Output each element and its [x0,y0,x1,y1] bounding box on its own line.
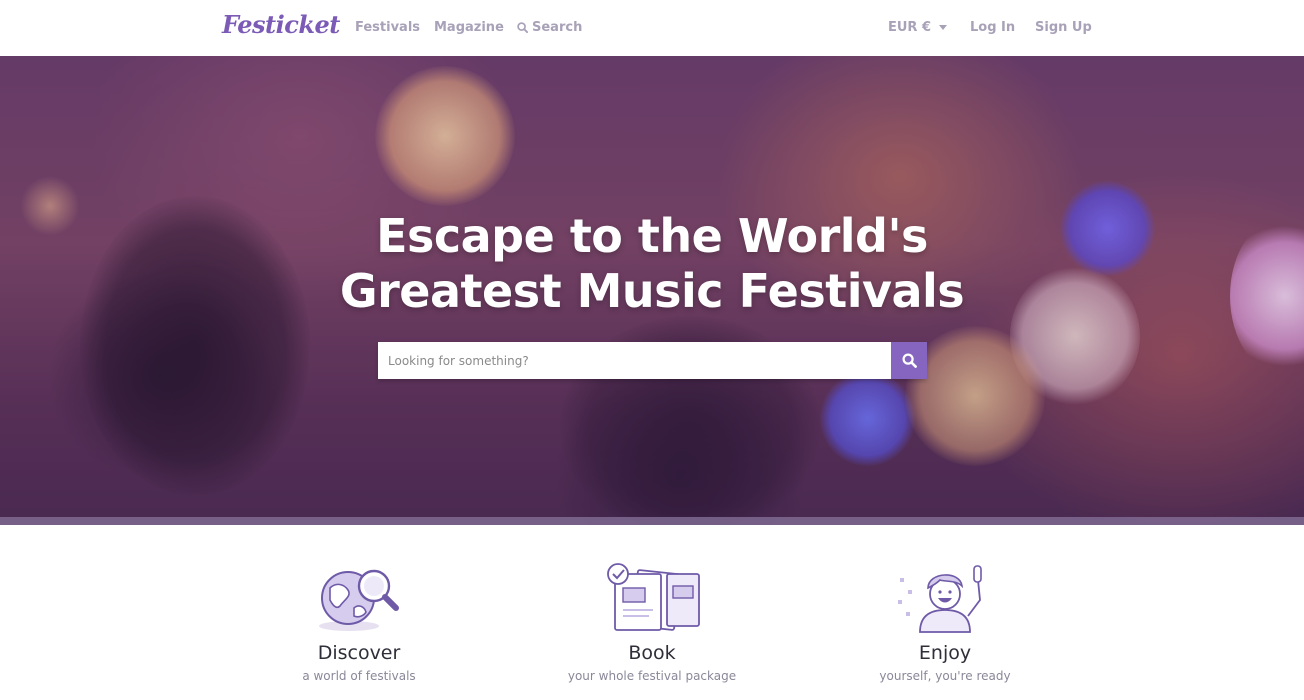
hero-headline-line1: Escape to the World's [376,209,928,263]
hero-search-input[interactable] [378,342,891,379]
feature-title: Enjoy [918,642,972,664]
login-link[interactable]: Log In [970,20,1015,35]
caret-down-icon [939,25,948,30]
feature-book: Book your whole festival package [532,560,772,683]
hero-banner: Escape to the World's Greatest Music Fes… [0,56,1304,525]
happy-person-icon [898,565,982,633]
nav-search-label: Search [532,20,583,35]
hero-bottom-strip [0,517,1304,525]
hero-headline: Escape to the World's Greatest Music Fes… [0,209,1304,319]
search-icon [901,353,917,368]
top-navigation-bar: Festicket Festivals Magazine Search EUR … [0,0,1304,56]
festicket-logo[interactable]: Festicket [222,10,340,39]
hero-search-button[interactable] [891,342,927,379]
hero-search-bar [378,342,927,379]
feature-title: Book [628,642,676,664]
feature-subtitle: your whole festival package [567,669,737,683]
currency-dropdown[interactable]: EUR € [888,20,948,35]
nav-search-link[interactable]: Search [517,20,582,35]
booklet-checkmark-icon [607,563,700,631]
feature-subtitle: yourself, you're ready [879,669,1011,683]
signup-link[interactable]: Sign Up [1035,20,1092,35]
globe-magnifier-icon [319,569,399,631]
nav-magazine-link[interactable]: Magazine [434,20,504,35]
search-icon [517,22,528,33]
feature-discover: Discover a world of festivals [239,560,479,683]
feature-title: Discover [317,642,401,664]
currency-label: EUR € [888,20,932,35]
feature-enjoy: Enjoy yourself, you're ready [825,560,1065,683]
hero-headline-line2: Greatest Music Festivals [339,264,965,318]
feature-subtitle: a world of festivals [302,669,416,683]
nav-festivals-link[interactable]: Festivals [355,20,420,35]
